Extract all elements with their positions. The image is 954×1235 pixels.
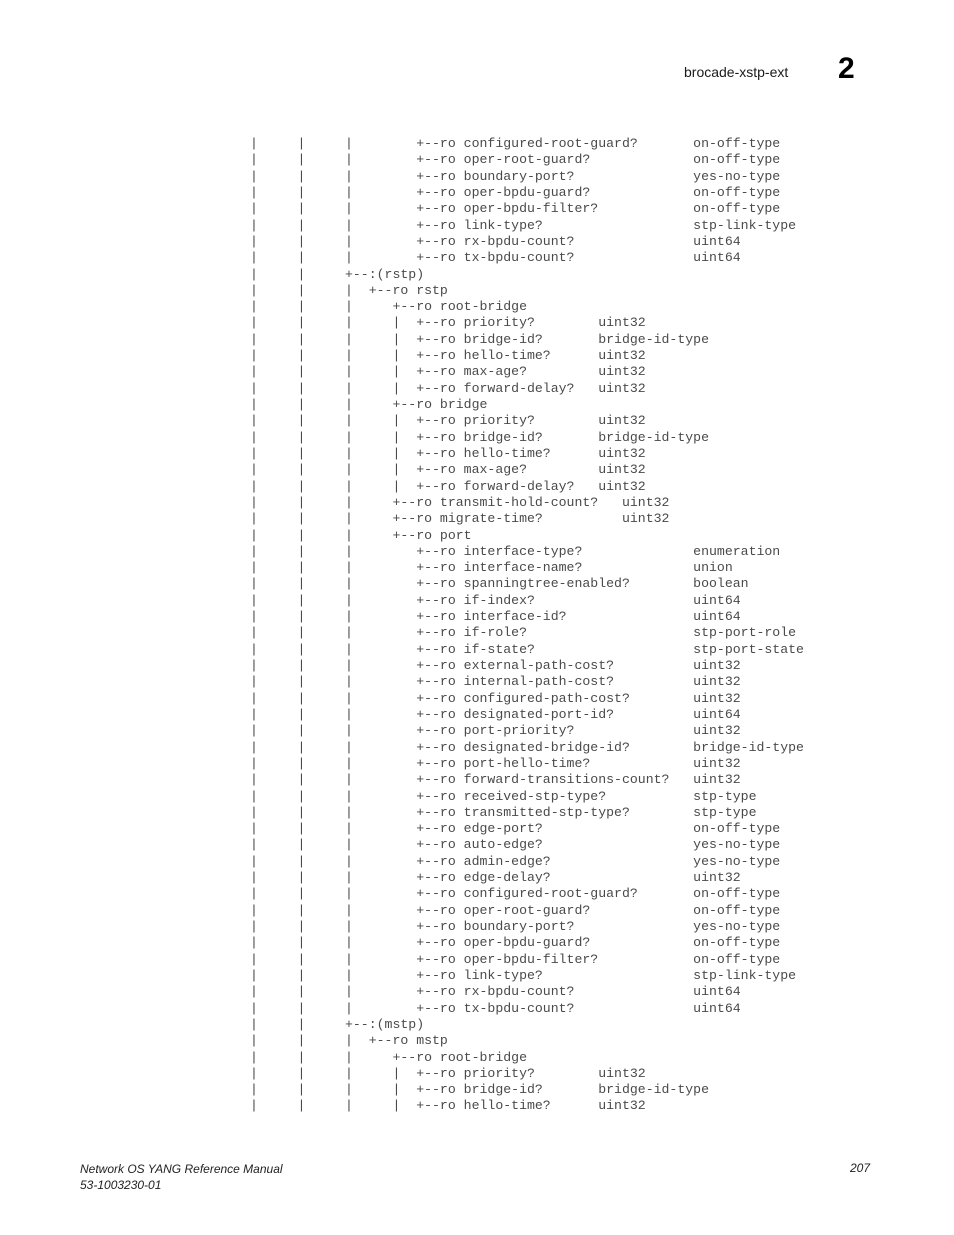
tree-line: | | | +--ro if-state? stp-port-state [250, 641, 804, 657]
tree-line: | | | | +--ro forward-delay? uint32 [250, 380, 646, 396]
tree-line: | | | | +--ro hello-time? uint32 [250, 1098, 646, 1114]
tree-line: | | | +--ro transmit-hold-count? uint32 [250, 494, 670, 510]
tree-line: | | | +--ro if-index? uint64 [250, 592, 741, 608]
tree-line: | | | +--ro port-priority? uint32 [250, 723, 741, 739]
tree-line: | | | +--ro boundary-port? yes-no-type [250, 919, 781, 934]
tree-line: | | | +--ro boundary-port? yes-no-type [250, 168, 781, 184]
tree-line: | | | +--ro if-role? stp-port-role [250, 625, 797, 641]
tree-line: | | | +--ro external-path-cost? uint32 [250, 658, 741, 673]
tree-line: | | | +--ro spanningtree-enabled? boolea… [250, 576, 749, 592]
tree-line: | | | +--ro root-bridge [250, 299, 527, 315]
tree-line: | | | +--ro link-type? stp-link-type [250, 967, 797, 983]
tree-line: | | | | +--ro priority? uint32 [250, 1065, 646, 1081]
tree-line: | | | +--ro port-hello-time? uint32 [250, 755, 741, 771]
tree-line: | | | +--ro rx-bpdu-count? uint64 [250, 233, 741, 249]
tree-line: | | | +--ro link-type? stp-link-type [250, 217, 797, 233]
page-number: 207 [850, 1161, 871, 1175]
tree-line: | | | +--ro edge-port? on-off-type [250, 821, 781, 837]
tree-line: | | | | +--ro max-age? uint32 [250, 462, 646, 478]
tree-line: | | | +--ro interface-id? uint64 [250, 609, 741, 625]
tree-line: | | +--:(rstp) [250, 266, 425, 282]
footer-left: Network OS YANG Reference Manual 53-1003… [80, 1161, 283, 1193]
tree-line: | | | | +--ro priority? uint32 [250, 315, 646, 331]
tree-line: | | | +--ro oper-bpdu-guard? on-off-type [250, 184, 781, 200]
tree-line: | | | +--ro internal-path-cost? uint32 [250, 674, 741, 690]
yang-tree-listing: | | | +--ro configured-root-guard? on-of… [250, 136, 804, 1115]
tree-line: | | | +--ro received-stp-type? stp-type [250, 788, 757, 804]
document-number: 53-1003230-01 [80, 1178, 162, 1192]
tree-line: | | | +--ro oper-root-guard? on-off-type [250, 152, 781, 168]
tree-line: | | | | +--ro forward-delay? uint32 [250, 478, 646, 494]
tree-line: | | | | +--ro max-age? uint32 [250, 364, 646, 380]
tree-line: | | | | +--ro bridge-id? bridge-id-type [250, 1082, 709, 1098]
tree-line: | | | +--ro rstp [250, 282, 448, 298]
tree-line: | | | | +--ro priority? uint32 [250, 413, 646, 429]
tree-line: | | | +--ro configured-root-guard? on-of… [250, 136, 781, 151]
tree-line: | | | +--ro configured-root-guard? on-of… [250, 886, 781, 902]
tree-line: | | | | +--ro bridge-id? bridge-id-type [250, 331, 709, 347]
tree-line: | | | +--ro configured-path-cost? uint32 [250, 690, 741, 706]
section-title: brocade-xstp-ext [684, 64, 789, 80]
tree-line: | | | +--ro tx-bpdu-count? uint64 [250, 250, 741, 266]
tree-line: | | | +--ro mstp [250, 1033, 448, 1049]
tree-line: | | | | +--ro hello-time? uint32 [250, 348, 646, 364]
manual-title: Network OS YANG Reference Manual [80, 1162, 283, 1176]
tree-line: | | | +--ro forward-transitions-count? u… [250, 772, 741, 788]
tree-line: | | | +--ro port [250, 527, 472, 543]
tree-line: | | | +--ro designated-port-id? uint64 [250, 706, 741, 722]
tree-line: | | | +--ro oper-bpdu-filter? on-off-typ… [250, 951, 781, 967]
tree-line: | | | +--ro edge-delay? uint32 [250, 870, 741, 886]
tree-line: | | | +--ro rx-bpdu-count? uint64 [250, 984, 741, 1000]
tree-line: | | +--:(mstp) [250, 1016, 425, 1032]
tree-line: | | | +--ro interface-name? union [250, 560, 733, 576]
tree-line: | | | +--ro oper-bpdu-guard? on-off-type [250, 935, 781, 951]
tree-line: | | | +--ro transmitted-stp-type? stp-ty… [250, 804, 757, 820]
tree-line: | | | +--ro oper-root-guard? on-off-type [250, 902, 781, 918]
chapter-number: 2 [838, 52, 855, 85]
tree-line: | | | +--ro admin-edge? yes-no-type [250, 853, 781, 869]
tree-line: | | | | +--ro hello-time? uint32 [250, 445, 646, 461]
tree-line: | | | +--ro interface-type? enumeration [250, 543, 781, 559]
tree-line: | | | +--ro root-bridge [250, 1049, 527, 1065]
tree-line: | | | +--ro tx-bpdu-count? uint64 [250, 1000, 741, 1016]
tree-line: | | | +--ro bridge [250, 397, 488, 412]
tree-line: | | | +--ro migrate-time? uint32 [250, 511, 670, 527]
tree-line: | | | +--ro auto-edge? yes-no-type [250, 837, 781, 853]
tree-line: | | | +--ro oper-bpdu-filter? on-off-typ… [250, 201, 781, 217]
tree-line: | | | +--ro designated-bridge-id? bridge… [250, 739, 804, 755]
tree-line: | | | | +--ro bridge-id? bridge-id-type [250, 429, 709, 445]
